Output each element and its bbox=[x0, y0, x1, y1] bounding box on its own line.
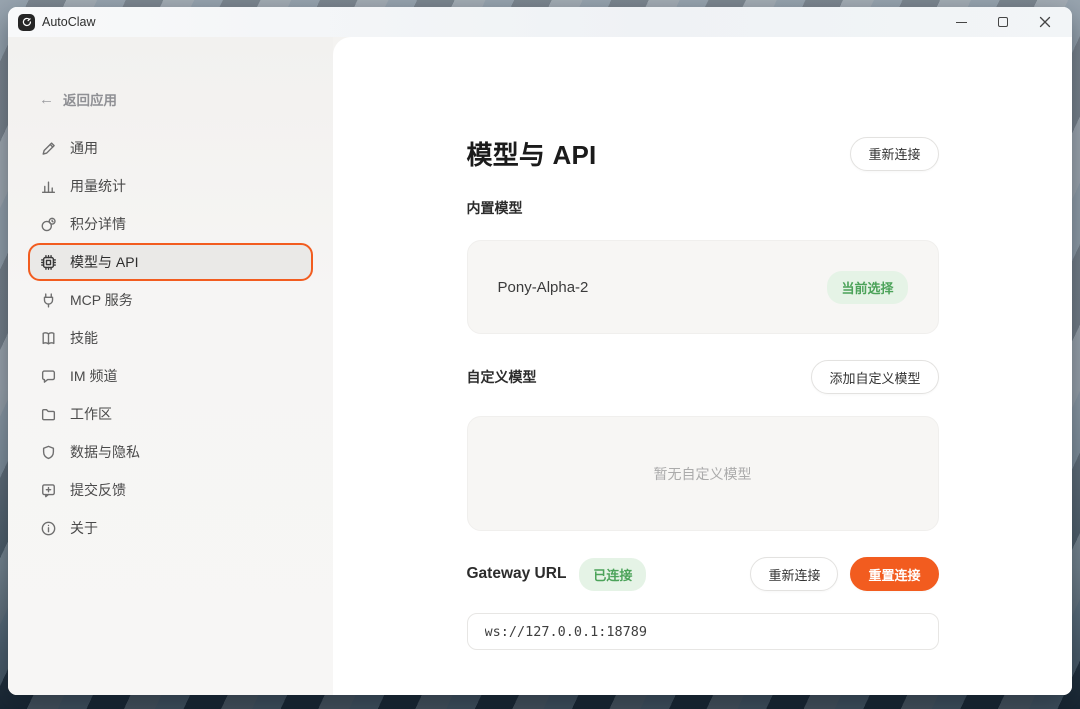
gateway-url-input[interactable] bbox=[467, 613, 939, 650]
custom-models-empty-card: 暂无自定义模型 bbox=[467, 416, 939, 531]
sidebar-item-label: 用量统计 bbox=[70, 176, 126, 196]
minimize-icon bbox=[956, 22, 967, 23]
sidebar-item-label: 通用 bbox=[70, 138, 98, 158]
maximize-button[interactable] bbox=[982, 8, 1024, 36]
page-title: 模型与 API bbox=[467, 135, 597, 172]
sidebar-item-skills[interactable]: 技能 bbox=[28, 319, 313, 357]
sidebar-item-workspace[interactable]: 工作区 bbox=[28, 395, 313, 433]
plug-icon bbox=[40, 292, 57, 309]
sidebar-item-label: 关于 bbox=[70, 518, 98, 538]
folder-icon bbox=[40, 406, 57, 423]
coins-icon bbox=[40, 216, 57, 233]
add-custom-model-button[interactable]: 添加自定义模型 bbox=[811, 360, 938, 394]
sidebar-item-about[interactable]: 关于 bbox=[28, 509, 313, 547]
sidebar-item-label: 数据与隐私 bbox=[70, 442, 140, 462]
sidebar-item-label: 提交反馈 bbox=[70, 480, 126, 500]
sidebar-nav: 通用 用量统计 积分详情 bbox=[28, 129, 313, 547]
bar-chart-icon bbox=[40, 178, 57, 195]
sidebar-item-mcp-service[interactable]: MCP 服务 bbox=[28, 281, 313, 319]
chat-bubble-icon bbox=[40, 368, 57, 385]
sidebar-item-general[interactable]: 通用 bbox=[28, 129, 313, 167]
sidebar-item-credits[interactable]: 积分详情 bbox=[28, 205, 313, 243]
gateway-reset-button[interactable]: 重置连接 bbox=[850, 557, 938, 591]
feedback-plus-icon bbox=[40, 482, 57, 499]
sidebar-item-im-channels[interactable]: IM 频道 bbox=[28, 357, 313, 395]
empty-custom-models-text: 暂无自定义模型 bbox=[654, 464, 752, 484]
sidebar-item-feedback[interactable]: 提交反馈 bbox=[28, 471, 313, 509]
close-button[interactable] bbox=[1024, 8, 1066, 36]
close-icon bbox=[1039, 16, 1051, 28]
settings-sidebar: ← 返回应用 通用 用量统计 bbox=[8, 37, 333, 695]
app-logo-icon bbox=[18, 14, 35, 31]
gateway-reconnect-button[interactable]: 重新连接 bbox=[750, 557, 838, 591]
back-arrow-icon: ← bbox=[39, 91, 54, 108]
gateway-url-label: Gateway URL bbox=[467, 565, 567, 583]
back-to-app-link[interactable]: ← 返回应用 bbox=[28, 89, 313, 109]
minimize-button[interactable] bbox=[940, 8, 982, 36]
reconnect-button-top[interactable]: 重新连接 bbox=[850, 137, 938, 171]
shield-icon bbox=[40, 444, 57, 461]
current-selection-badge: 当前选择 bbox=[827, 271, 907, 304]
sidebar-item-usage-stats[interactable]: 用量统计 bbox=[28, 167, 313, 205]
maximize-icon bbox=[998, 17, 1008, 27]
info-icon bbox=[40, 520, 57, 537]
model-name: Pony-Alpha-2 bbox=[498, 279, 589, 296]
builtin-model-card: Pony-Alpha-2 当前选择 bbox=[467, 240, 939, 334]
app-window: AutoClaw ← 返回应用 通用 bbox=[8, 7, 1072, 695]
pencil-icon bbox=[40, 140, 57, 157]
app-title: AutoClaw bbox=[42, 15, 96, 29]
sidebar-item-models-api[interactable]: 模型与 API bbox=[28, 243, 313, 281]
custom-models-label: 自定义模型 bbox=[467, 367, 537, 387]
settings-panel: 模型与 API 重新连接 内置模型 Pony-Alpha-2 当前选择 自定义模… bbox=[333, 37, 1072, 695]
sidebar-item-label: 技能 bbox=[70, 328, 98, 348]
sidebar-item-label: 工作区 bbox=[70, 404, 112, 424]
sidebar-item-label: 模型与 API bbox=[70, 252, 138, 272]
back-label: 返回应用 bbox=[63, 89, 117, 109]
sidebar-item-data-privacy[interactable]: 数据与隐私 bbox=[28, 433, 313, 471]
connected-status-badge: 已连接 bbox=[579, 558, 646, 591]
sidebar-item-label: 积分详情 bbox=[70, 214, 126, 234]
sidebar-item-label: MCP 服务 bbox=[70, 290, 133, 310]
book-icon bbox=[40, 330, 57, 347]
titlebar: AutoClaw bbox=[8, 7, 1072, 37]
chip-icon bbox=[40, 254, 57, 271]
sidebar-item-label: IM 频道 bbox=[70, 366, 117, 386]
builtin-models-label: 内置模型 bbox=[467, 198, 939, 218]
